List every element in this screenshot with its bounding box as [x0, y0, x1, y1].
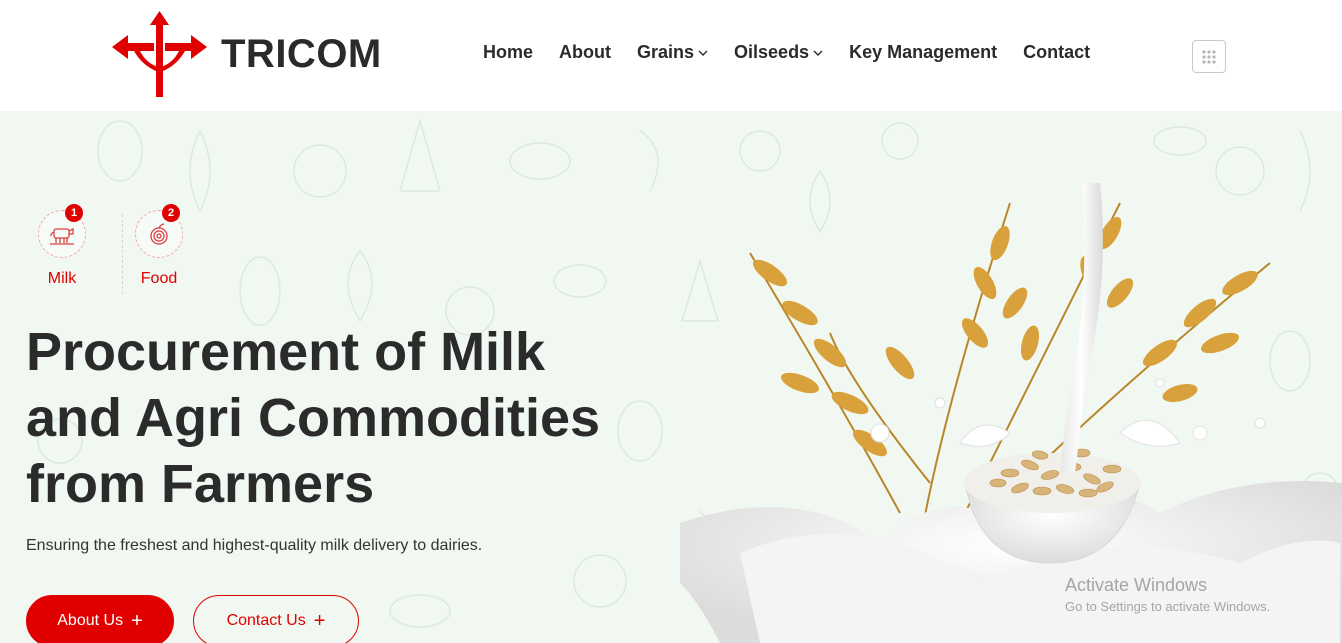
nav-key-management[interactable]: Key Management [849, 42, 997, 63]
grid-dots-icon [1202, 49, 1216, 64]
headline-line-3: from Farmers [26, 454, 375, 514]
nav-oilseeds-label: Oilseeds [734, 42, 810, 62]
contact-us-label: Contact Us [226, 612, 306, 629]
nav-contact-label: Contact [1023, 42, 1091, 62]
chevron-down-icon [698, 50, 708, 56]
brand-logo[interactable]: TRICOM [112, 10, 382, 98]
food-badge-circle: 2 [135, 204, 183, 258]
nav-key-management-label: Key Management [849, 42, 998, 62]
nav-grains-label: Grains [637, 42, 695, 62]
contact-us-button[interactable]: Contact Us + [193, 595, 359, 643]
food-badge-number: 2 [162, 204, 180, 222]
category-milk[interactable]: 1 Milk [26, 204, 98, 294]
brand-name: TRICOM [221, 31, 382, 76]
plus-icon: + [131, 610, 143, 632]
plus-icon: + [313, 610, 326, 632]
category-food[interactable]: 2 Food [123, 204, 195, 294]
nav-about-label: About [559, 42, 611, 62]
nav-home-label: Home [483, 42, 534, 62]
hero-section: 1 Milk 2 Food Procurement of Milk and Ag… [0, 111, 1342, 643]
nav-contact[interactable]: Contact [1023, 42, 1090, 63]
headline-line-1: Procurement of Milk [26, 322, 546, 382]
food-label: Food [140, 270, 178, 287]
hero-headline: Procurement of Milk and Agri Commodities… [26, 319, 646, 517]
cow-icon [50, 227, 74, 245]
milk-label: Milk [47, 270, 77, 287]
milk-badge-number: 1 [65, 204, 83, 222]
category-badges: 1 Milk 2 Food [26, 204, 195, 294]
about-us-label: About Us [57, 612, 124, 629]
chevron-down-icon [813, 50, 823, 56]
milk-badge-circle: 1 [38, 204, 86, 258]
site-header: TRICOM Home About Grains Oilseeds Key Ma… [0, 0, 1342, 111]
nav-grains[interactable]: Grains [637, 42, 708, 63]
onion-icon [150, 223, 168, 245]
hero-subtext: Ensuring the freshest and highest-qualit… [26, 537, 483, 554]
menu-grid-button[interactable] [1192, 40, 1226, 73]
nav-home[interactable]: Home [483, 42, 533, 63]
nav-about[interactable]: About [559, 42, 611, 63]
milk-oats-bowl-illustration [680, 183, 1342, 643]
arrows-logo-icon [112, 11, 207, 97]
nav-oilseeds[interactable]: Oilseeds [734, 42, 823, 63]
about-us-button[interactable]: About Us + [26, 595, 174, 643]
main-nav: Home About Grains Oilseeds Key Managemen… [483, 42, 1116, 63]
headline-line-2: and Agri Commodities [26, 388, 601, 448]
